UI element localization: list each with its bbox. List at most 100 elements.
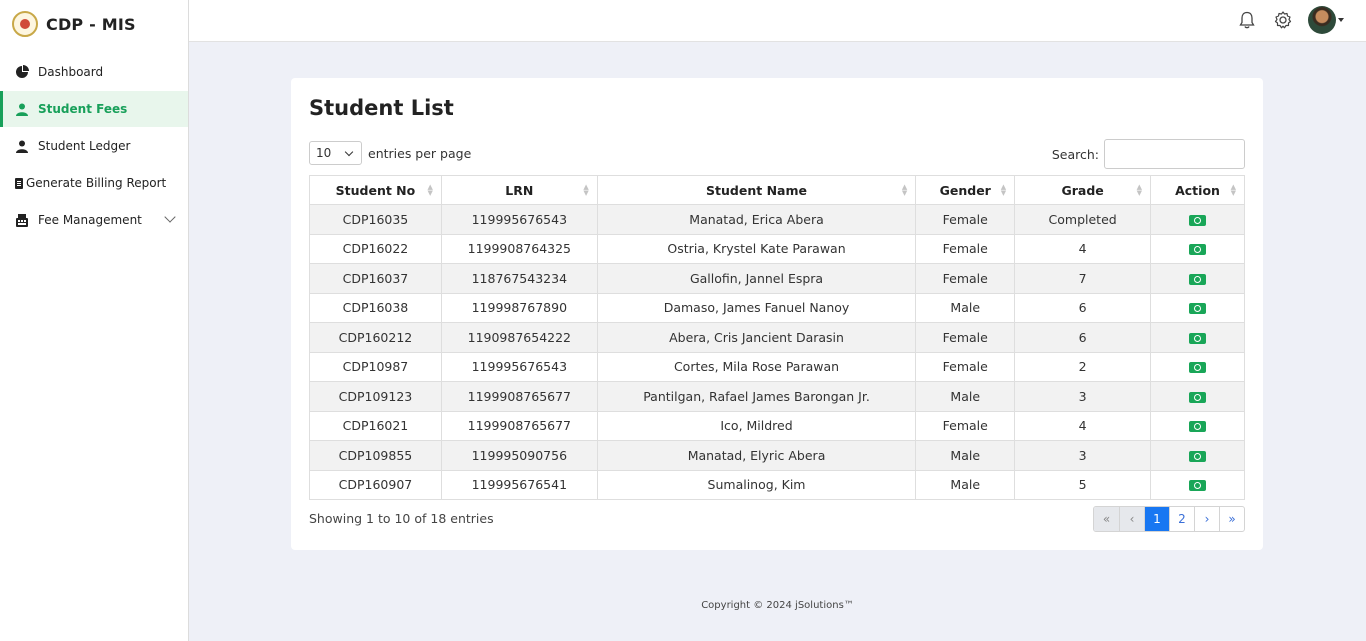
column-header-action[interactable]: Action ▲ ▼	[1150, 175, 1245, 205]
pagination-button[interactable]: ‹	[1119, 507, 1144, 531]
money-bill-icon[interactable]	[1189, 273, 1207, 285]
table-cell: CDP10987	[309, 351, 442, 382]
sort-icon: ▲ ▼	[901, 183, 908, 197]
action-cell	[1150, 204, 1245, 235]
table-cell: Male	[915, 469, 1016, 500]
pagination-button[interactable]: 1	[1144, 507, 1169, 531]
table-header-row: Student No ▲ ▼ LRN ▲ ▼ Student Name ▲ ▼ Gender ▲ ▼ G…	[309, 175, 1245, 205]
table-cell: 1199908764325	[440, 233, 598, 264]
table-row: CDP10987 119995676543 Cortes, Mila Rose Pa…	[309, 351, 1245, 382]
money-bill-icon[interactable]	[1189, 362, 1207, 374]
table-cell: 3	[1014, 440, 1152, 471]
sort-icon: ▲ ▼	[427, 183, 433, 197]
action-cell	[1150, 469, 1245, 500]
money-bill-icon[interactable]	[1189, 244, 1207, 256]
table-cell: CDP16037	[309, 263, 442, 294]
money-bill-icon[interactable]	[1189, 450, 1207, 462]
student-list-card: Student List 10 entries per page Search:…	[291, 78, 1263, 550]
footer: Copyright © 2024 jSolutions™	[701, 600, 854, 611]
sidebar-item-generate-billing-report[interactable]: Generate Billing Report	[0, 165, 188, 201]
table-cell: CDP160907	[309, 469, 442, 500]
table-info: Showing 1 to 10 of 18 entries	[309, 511, 494, 526]
table-cell: 4	[1014, 410, 1152, 441]
sidebar-item-student-fees[interactable]: Student Fees	[0, 91, 188, 127]
pagination-button[interactable]: 2	[1169, 507, 1194, 531]
column-header-grade[interactable]: Grade ▲ ▼	[1014, 175, 1152, 205]
table-cell: 119998767890	[440, 292, 598, 323]
page-title: Student List	[309, 96, 454, 120]
table-cell: 1199908765677	[440, 381, 598, 412]
table-cell: CDP16022	[309, 233, 442, 264]
column-header-label: Student No	[335, 182, 416, 198]
table-cell: 7	[1014, 263, 1152, 294]
table-cell: 119995676541	[440, 469, 598, 500]
money-bill-icon[interactable]	[1189, 391, 1207, 403]
pagination: «‹ 1 2 ›»	[1093, 506, 1245, 532]
pagination-button[interactable]: «	[1094, 507, 1119, 531]
table-cell: Female	[915, 233, 1016, 264]
table-cell: 119995090756	[440, 440, 598, 471]
app-title: CDP - MIS	[46, 14, 136, 34]
table-cell: CDP16035	[309, 204, 442, 235]
column-header-lrn[interactable]: LRN ▲ ▼	[440, 175, 598, 205]
table-row: CDP16022 1199908764325 Ostria, Krystel Kat…	[309, 233, 1245, 264]
sidebar-item-label: Generate Billing Report	[26, 176, 167, 190]
table-cell: Ico, Mildred	[596, 410, 917, 441]
table-cell: 118767543234	[440, 263, 598, 294]
user-icon	[14, 103, 30, 116]
action-cell	[1150, 381, 1245, 412]
file-icon	[14, 177, 24, 189]
action-cell	[1150, 263, 1245, 294]
table-row: CDP16035 119995676543 Manatad, Erica Abera…	[309, 204, 1245, 235]
action-cell	[1150, 440, 1245, 471]
sidebar-item-fee-management[interactable]: Fee Management	[0, 202, 188, 238]
action-cell	[1150, 292, 1245, 323]
table-row: CDP160212 1190987654222 Abera, Cris Jancie…	[309, 322, 1245, 353]
pagination-button[interactable]: »	[1219, 507, 1244, 531]
search-label: Search:	[1051, 146, 1099, 162]
money-bill-icon[interactable]	[1189, 480, 1207, 492]
sidebar-item-dashboard[interactable]: Dashboard	[0, 54, 188, 90]
table-cell: Abera, Cris Jancient Darasin	[596, 322, 917, 353]
cash-register-icon	[14, 213, 30, 227]
gear-icon[interactable]	[1272, 9, 1294, 31]
table-row: CDP109855 119995090756 Manatad, Elyric Abe…	[309, 440, 1245, 471]
bell-icon[interactable]	[1236, 9, 1258, 31]
column-header-student-name[interactable]: Student Name ▲ ▼	[596, 175, 917, 205]
table-cell: Ostria, Krystel Kate Parawan	[596, 233, 917, 264]
topbar	[189, 0, 1366, 42]
sort-icon: ▲ ▼	[1000, 183, 1007, 197]
sort-icon: ▲ ▼	[1230, 183, 1236, 197]
money-bill-icon[interactable]	[1189, 332, 1207, 344]
table-cell: 6	[1014, 292, 1152, 323]
column-header-label: Student Name	[706, 182, 807, 198]
table-body: CDP16035 119995676543 Manatad, Erica Abera…	[309, 204, 1245, 500]
chevron-down-icon	[164, 211, 176, 223]
avatar[interactable]	[1308, 6, 1336, 34]
table-cell: Female	[915, 351, 1016, 382]
pagination-button[interactable]: ›	[1194, 507, 1219, 531]
caret-down-icon[interactable]	[1338, 18, 1344, 22]
column-header-student-no[interactable]: Student No ▲ ▼	[309, 175, 442, 205]
money-bill-icon[interactable]	[1189, 303, 1207, 315]
action-cell	[1150, 233, 1245, 264]
column-header-label: LRN	[505, 182, 534, 198]
table-cell: 6	[1014, 322, 1152, 353]
table-cell: Manatad, Elyric Abera	[596, 440, 917, 471]
sidebar-nav: Dashboard Student Fees Student Ledger Ge…	[0, 54, 188, 238]
brand[interactable]: CDP - MIS	[0, 0, 188, 48]
sidebar-item-student-ledger[interactable]: Student Ledger	[0, 128, 188, 164]
table-cell: 119995676543	[440, 204, 598, 235]
table-cell: Pantilgan, Rafael James Barongan Jr.	[596, 381, 917, 412]
money-bill-icon[interactable]	[1189, 214, 1207, 226]
column-header-gender[interactable]: Gender ▲ ▼	[915, 175, 1016, 205]
table-cell: 1199908765677	[440, 410, 598, 441]
column-header-label: Gender	[939, 182, 991, 198]
per-page-select[interactable]: 10	[309, 141, 362, 165]
money-bill-icon[interactable]	[1189, 421, 1207, 433]
table-cell: 2	[1014, 351, 1152, 382]
per-page-value: 10	[316, 146, 332, 160]
search-input[interactable]	[1104, 139, 1245, 169]
table-cell: Sumalinog, Kim	[596, 469, 917, 500]
sidebar-item-label: Student Ledger	[38, 139, 131, 153]
